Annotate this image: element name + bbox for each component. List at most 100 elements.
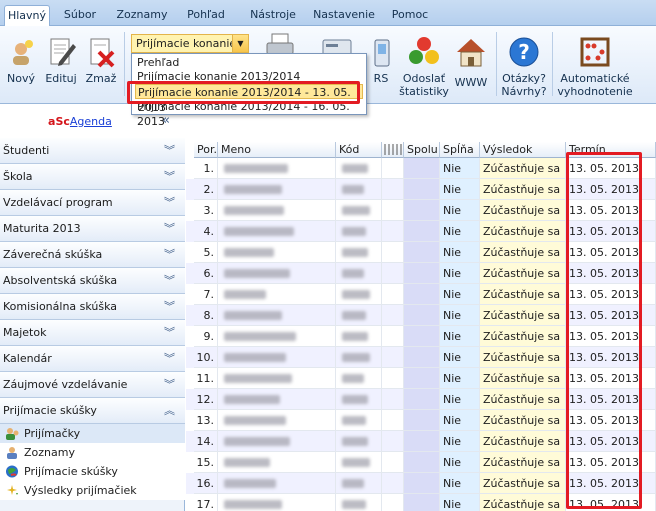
tab-pohlad[interactable]: Pohľad: [180, 5, 232, 26]
sidebar-section-6[interactable]: Komisionálna skúška ︾: [0, 294, 185, 320]
chevron-down-icon[interactable]: ︾: [164, 268, 175, 294]
chevron-down-icon[interactable]: ︾: [164, 216, 175, 242]
sidebar-section-8[interactable]: Kalendár ︾: [0, 346, 185, 372]
cell-text-spln: Nie: [443, 351, 462, 364]
phone-icon: [366, 36, 398, 68]
tab-nastroje[interactable]: Nástroje: [246, 5, 300, 26]
sidebar-section-9[interactable]: Záujmové vzdelávanie ︾: [0, 372, 185, 398]
konanie-select[interactable]: Prijímacie konanie ▼: [131, 34, 249, 53]
cell-text-por: 17.: [196, 498, 215, 511]
chevron-down-icon[interactable]: ︾: [164, 242, 175, 268]
cell-spln: Nie: [440, 368, 480, 389]
cell-meno: [218, 389, 336, 410]
col-header-bars[interactable]: [382, 142, 404, 158]
cell-spln: Nie: [440, 221, 480, 242]
sidebar-subitem-0[interactable]: Prijímačky: [0, 424, 185, 443]
sidebar-section-label: Majetok: [3, 326, 47, 339]
cell-vysledok: Zúčastňuje sa: [480, 221, 566, 242]
sidebar-section-10[interactable]: Prijímacie skúšky ︽: [0, 398, 185, 424]
sidebar-section-0[interactable]: Študenti ︾: [0, 138, 185, 164]
sidebar-subitem-label: Zoznamy: [24, 446, 75, 459]
cell-bars: [382, 473, 404, 494]
redacted-text: [342, 374, 364, 383]
cell-text-por: 1.: [203, 162, 215, 175]
brand-logo[interactable]: aScAgenda: [48, 115, 112, 128]
cell-bars: [382, 179, 404, 200]
cell-vysledok: Zúčastňuje sa: [480, 326, 566, 347]
chevron-down-icon[interactable]: ︾: [164, 138, 175, 164]
cell-spolu: [404, 326, 440, 347]
sidebar-section-2[interactable]: Vzdelávací program ︾: [0, 190, 185, 216]
cell-text-vysledok: Zúčastňuje sa: [483, 246, 561, 259]
sidebar-section-3[interactable]: Maturita 2013 ︾: [0, 216, 185, 242]
redacted-text: [224, 332, 296, 341]
chevron-down-icon[interactable]: ︾: [164, 320, 175, 346]
ribbon-tabbar: Hlavný Súbor Zoznamy Pohľad Nástroje Nas…: [0, 0, 656, 27]
sidebar-subitem-2[interactable]: Prijímacie skúšky: [0, 462, 185, 481]
chevron-down-icon[interactable]: ︾: [164, 294, 175, 320]
sidebar-section-label: Kalendár: [3, 352, 52, 365]
dropdown-item-prehlad[interactable]: Prehľad: [135, 55, 363, 70]
cell-spolu: [404, 200, 440, 221]
edit-icon: [45, 36, 77, 68]
questions-button[interactable]: ? Otázky? Návrhy?: [500, 36, 548, 98]
cell-spolu: [404, 494, 440, 511]
cell-text-vysledok: Zúčastňuje sa: [483, 330, 561, 343]
col-header-kod[interactable]: Kód: [336, 142, 382, 158]
sidebar-subitem-3[interactable]: Výsledky prijímačiek: [0, 481, 185, 500]
cell-vysledok: Zúčastňuje sa: [480, 284, 566, 305]
send-stats-label-2: štatistiky: [399, 85, 449, 98]
cell-vysledok: Zúčastňuje sa: [480, 452, 566, 473]
tab-zoznamy[interactable]: Zoznamy: [114, 5, 170, 26]
col-header-vysledok[interactable]: Výsledok: [480, 142, 566, 158]
tab-nastavenie[interactable]: Nastavenie: [310, 5, 378, 26]
cell-text-por: 15.: [196, 456, 215, 469]
chevron-down-icon[interactable]: ︾: [164, 164, 175, 190]
sidebar-section-label: Vzdelávací program: [3, 196, 113, 209]
chevron-down-icon[interactable]: ︾: [164, 346, 175, 372]
sidebar-subitem-1[interactable]: Zoznamy: [0, 443, 185, 462]
cell-text-spln: Nie: [443, 183, 462, 196]
cell-meno: [218, 305, 336, 326]
redacted-text: [342, 479, 364, 488]
col-header-splna[interactable]: Spĺňa: [440, 142, 480, 158]
tab-pomoc[interactable]: Pomoc: [388, 5, 432, 26]
rs-button[interactable]: RS: [366, 36, 396, 85]
sidebar-section-7[interactable]: Majetok ︾: [0, 320, 185, 346]
col-header-meno[interactable]: Meno: [218, 142, 336, 158]
cell-text-spln: Nie: [443, 246, 462, 259]
chevron-down-icon[interactable]: ︾: [164, 372, 175, 398]
www-button[interactable]: WWW: [452, 36, 490, 89]
edit-button[interactable]: Edituj: [42, 36, 80, 85]
chevron-down-icon[interactable]: ︾: [164, 190, 175, 216]
redacted-text: [224, 311, 282, 320]
col-header-por[interactable]: Por.: [194, 142, 218, 158]
cell-spln: Nie: [440, 242, 480, 263]
cell-kod: [336, 368, 382, 389]
cell-text-spln: Nie: [443, 456, 462, 469]
cell-text-spln: Nie: [443, 435, 462, 448]
send-stats-button[interactable]: Odoslať štatistiky: [398, 36, 450, 98]
sidebar-section-4[interactable]: Záverečná skúška ︾: [0, 242, 185, 268]
redacted-text: [342, 416, 366, 425]
cell-text-vysledok: Zúčastňuje sa: [483, 372, 561, 385]
cell-text-spln: Nie: [443, 498, 462, 511]
tab-hlavny[interactable]: Hlavný: [4, 5, 50, 27]
redacted-text: [224, 164, 288, 173]
tab-subor[interactable]: Súbor: [58, 5, 102, 26]
chevron-up-icon[interactable]: ︽: [164, 398, 175, 424]
col-header-spolu[interactable]: Spolu: [404, 142, 440, 158]
cell-kod: [336, 389, 382, 410]
cell-text-vysledok: Zúčastňuje sa: [483, 498, 561, 511]
auto-eval-button[interactable]: Automatické vyhodnotenie: [556, 36, 634, 98]
cell-kod: [336, 326, 382, 347]
sidebar-section-5[interactable]: Absolventská skúška ︾: [0, 268, 185, 294]
new-button[interactable]: Nový: [4, 36, 38, 85]
ribbon-separator: [552, 32, 553, 96]
chevron-down-icon[interactable]: ▼: [232, 35, 248, 52]
cell-bars: [382, 326, 404, 347]
cell-meno: [218, 368, 336, 389]
cell-text-vysledok: Zúčastňuje sa: [483, 204, 561, 217]
delete-button[interactable]: Zmaž: [84, 36, 118, 85]
sidebar-section-1[interactable]: Škola ︾: [0, 164, 185, 190]
